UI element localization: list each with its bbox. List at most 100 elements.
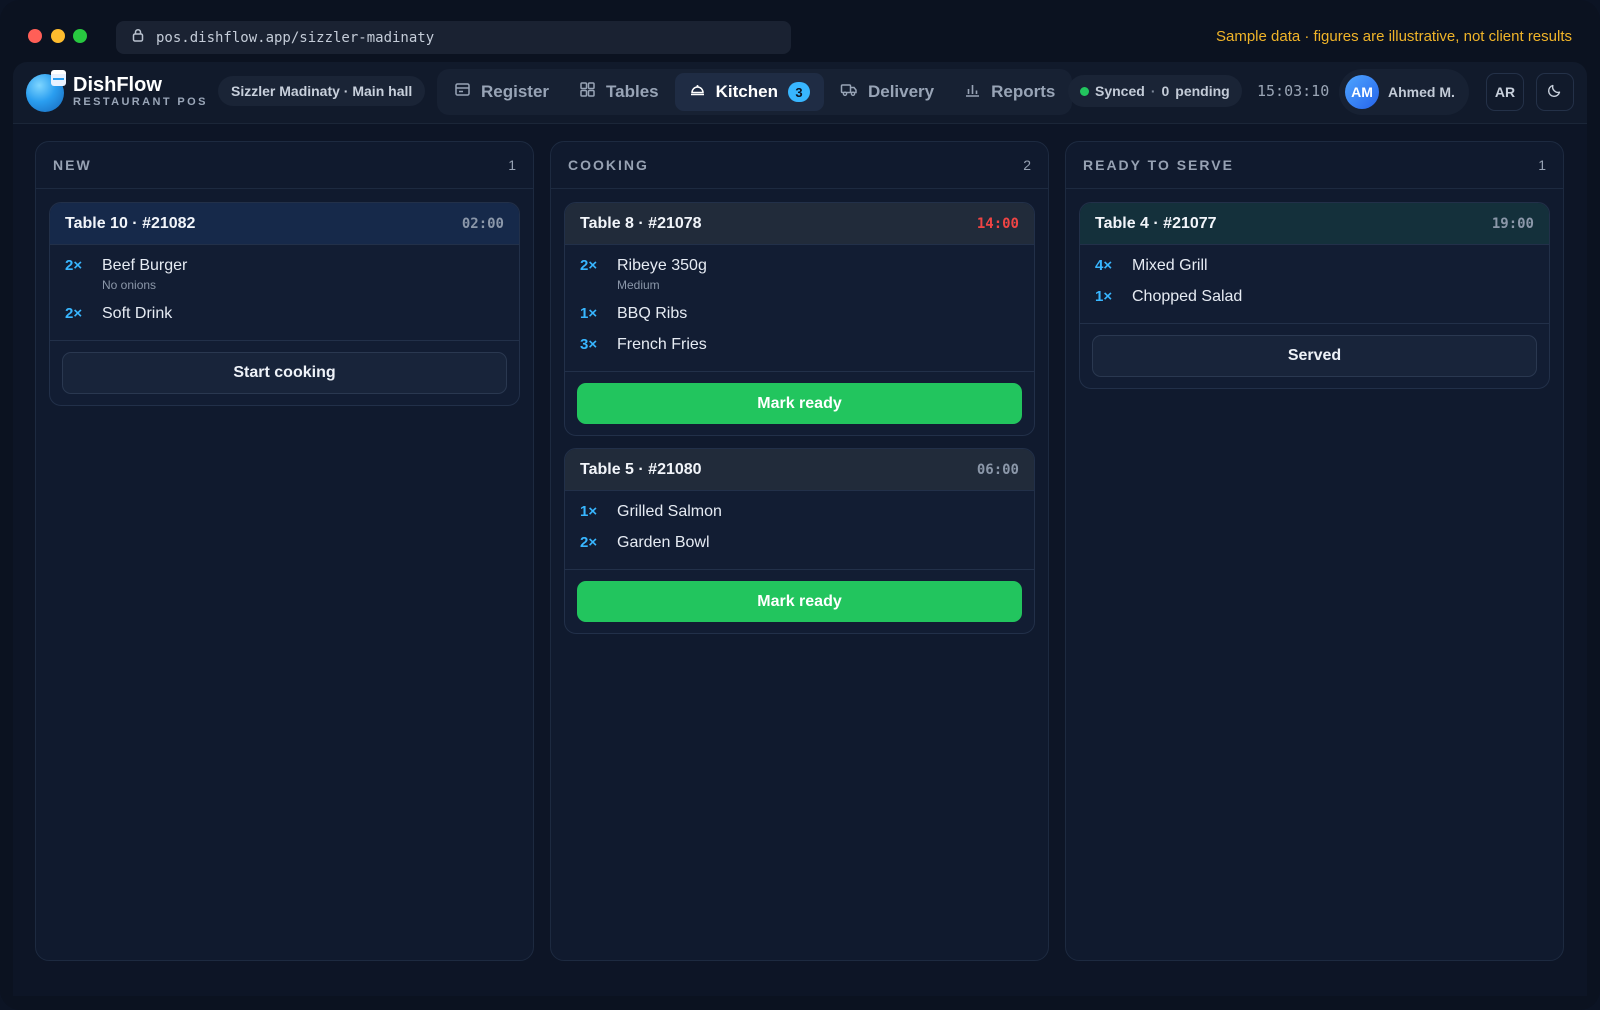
item-name: Soft Drink — [102, 305, 173, 322]
item-name: Grilled Salmon — [617, 503, 722, 520]
column-title: NEW — [53, 157, 92, 173]
item-note: Medium — [617, 278, 660, 292]
pending-label: pending — [1175, 83, 1230, 99]
column-new: NEW 1 Table 10 · #21082 02:00 2× Beef Bu… — [35, 141, 534, 961]
nav-kitchen[interactable]: Kitchen 3 — [674, 73, 824, 111]
order-timer: 19:00 — [1491, 215, 1534, 232]
tables-icon — [579, 81, 596, 103]
item-quantity: 1× — [580, 503, 598, 520]
nav-tables-label: Tables — [606, 82, 659, 101]
pending-count: 0 — [1161, 83, 1170, 99]
moon-icon — [1547, 82, 1563, 103]
item-quantity: 3× — [580, 336, 598, 353]
list-item: 1× BBQ Ribs — [580, 305, 1019, 323]
item-quantity: 1× — [580, 305, 598, 322]
mark-ready-button[interactable]: Mark ready — [577, 581, 1022, 622]
item-name: Beef Burger — [102, 257, 188, 274]
nav-reports-label: Reports — [991, 82, 1056, 101]
list-item: 2× Garden Bowl — [580, 534, 1019, 552]
sync-status-pill: Synced · 0 pending — [1068, 75, 1242, 107]
nav-delivery-label: Delivery — [867, 82, 935, 101]
order-card-header: Table 8 · #21078 14:00 — [565, 203, 1034, 245]
column-ready-to-serve: READY TO SERVE 1 Table 4 · #21077 19:00 … — [1065, 141, 1564, 961]
clock: 15:03:10 — [1257, 82, 1330, 100]
item-note: No onions — [102, 278, 157, 292]
item-name: Chopped Salad — [1132, 288, 1243, 305]
order-card: Table 4 · #21077 19:00 4× Mixed Grill 1×… — [1079, 202, 1550, 389]
order-card: Table 8 · #21078 14:00 2× Ribeye 350g Me… — [564, 202, 1035, 436]
order-card-header: Table 4 · #21077 19:00 — [1080, 203, 1549, 245]
order-title: Table 5 · #21080 — [580, 460, 702, 478]
lock-icon — [132, 28, 156, 47]
column-title: COOKING — [568, 157, 649, 173]
order-items: 2× Ribeye 350g Medium 1× BBQ Ribs 3× Fre… — [565, 245, 1034, 372]
nav-register[interactable]: Register — [440, 73, 563, 111]
column-title: READY TO SERVE — [1083, 157, 1234, 173]
column-header: NEW 1 — [36, 142, 533, 189]
user-menu[interactable]: AM Ahmed M. — [1339, 69, 1469, 115]
maximize-window-button[interactable] — [73, 29, 87, 43]
kitchen-icon — [689, 81, 706, 103]
item-quantity: 4× — [1095, 257, 1113, 274]
main-nav: Register Tables Kitchen 3 Delivery Repor… — [437, 69, 1073, 115]
reports-icon — [964, 81, 981, 103]
nav-delivery[interactable]: Delivery — [826, 73, 948, 111]
list-item: 2× Beef Burger No onions — [65, 257, 504, 292]
location-selector[interactable]: Sizzler Madinaty · Main hall — [218, 76, 426, 106]
column-header: READY TO SERVE 1 — [1066, 142, 1563, 189]
start-cooking-button[interactable]: Start cooking — [62, 352, 507, 394]
item-quantity: 2× — [580, 257, 598, 274]
order-card-header: Table 10 · #21082 02:00 — [50, 203, 519, 245]
title-bar: pos.dishflow.app/sizzler-madinaty Sample… — [0, 0, 1600, 62]
avatar: AM — [1345, 75, 1379, 109]
register-icon — [454, 81, 471, 103]
order-timer-overdue: 14:00 — [976, 215, 1019, 232]
column-cooking: COOKING 2 Table 8 · #21078 14:00 2× Ribe… — [550, 141, 1049, 961]
app-header: DishFlow RESTAURANT POS Sizzler Madinaty… — [13, 62, 1587, 124]
order-title: Table 10 · #21082 — [65, 214, 196, 232]
user-name: Ahmed M. — [1388, 84, 1455, 100]
list-item: 4× Mixed Grill — [1095, 257, 1534, 275]
dishflow-logo-icon — [26, 70, 68, 112]
mark-ready-button[interactable]: Mark ready — [577, 383, 1022, 424]
list-item: 3× French Fries — [580, 336, 1019, 354]
nav-tables[interactable]: Tables — [565, 73, 673, 111]
kitchen-board: NEW 1 Table 10 · #21082 02:00 2× Beef Bu… — [13, 124, 1587, 996]
close-window-button[interactable] — [28, 29, 42, 43]
list-item: 1× Grilled Salmon — [580, 503, 1019, 521]
language-toggle-button[interactable]: AR — [1486, 73, 1524, 111]
theme-toggle-button[interactable] — [1536, 73, 1574, 111]
item-quantity: 2× — [65, 305, 83, 322]
sync-status-dot-icon — [1080, 86, 1089, 96]
order-card: Table 10 · #21082 02:00 2× Beef Burger N… — [49, 202, 520, 406]
served-button[interactable]: Served — [1092, 335, 1537, 377]
nav-kitchen-label: Kitchen — [715, 82, 778, 101]
order-items: 1× Grilled Salmon 2× Garden Bowl — [565, 491, 1034, 570]
item-name: French Fries — [617, 336, 707, 353]
order-card: Table 5 · #21080 06:00 1× Grilled Salmon… — [564, 448, 1035, 634]
order-items: 4× Mixed Grill 1× Chopped Salad — [1080, 245, 1549, 324]
column-header: COOKING 2 — [551, 142, 1048, 189]
list-item: 1× Chopped Salad — [1095, 288, 1534, 306]
address-bar[interactable]: pos.dishflow.app/sizzler-madinaty — [116, 21, 791, 54]
item-name: BBQ Ribs — [617, 305, 688, 322]
order-timer: 06:00 — [976, 461, 1019, 478]
order-title: Table 4 · #21077 — [1095, 214, 1217, 232]
column-count: 1 — [1538, 157, 1546, 173]
item-name: Mixed Grill — [1132, 257, 1208, 274]
list-item: 2× Soft Drink — [65, 305, 504, 323]
minimize-window-button[interactable] — [51, 29, 65, 43]
brand-subtitle: RESTAURANT POS — [73, 96, 208, 108]
item-name: Ribeye 350g — [617, 257, 707, 274]
nav-reports[interactable]: Reports — [950, 73, 1069, 111]
order-card-header: Table 5 · #21080 06:00 — [565, 449, 1034, 491]
sample-data-notice: Sample data · figures are illustrative, … — [1216, 28, 1572, 45]
item-quantity: 1× — [1095, 288, 1113, 305]
delivery-icon — [840, 81, 858, 103]
order-title: Table 8 · #21078 — [580, 214, 702, 232]
sync-separator: · — [1150, 83, 1156, 99]
order-timer: 02:00 — [461, 215, 504, 232]
item-name: Garden Bowl — [617, 534, 710, 551]
kitchen-count-badge: 3 — [787, 82, 810, 102]
item-quantity: 2× — [580, 534, 598, 551]
